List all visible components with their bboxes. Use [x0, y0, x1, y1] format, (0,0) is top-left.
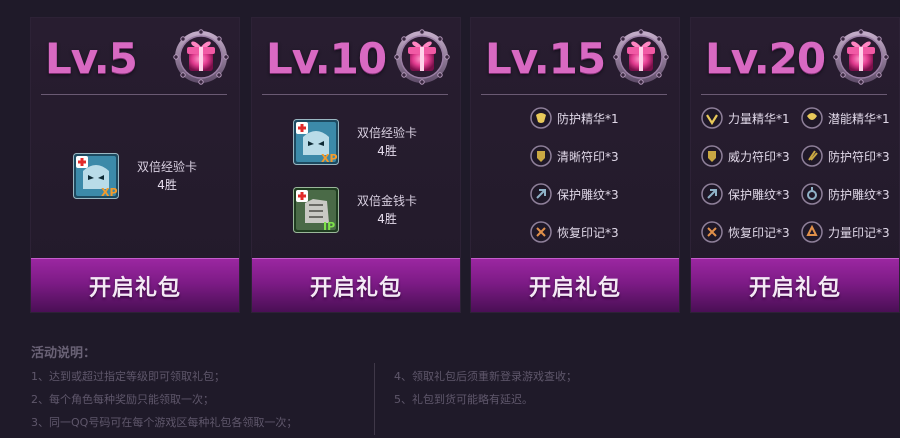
xp-card-icon — [73, 153, 119, 199]
reward-label: 防护符印*3 — [828, 149, 890, 164]
reward-label: 保护雕纹*3 — [557, 187, 619, 202]
reward-card-lv10: Lv.10 双倍经验卡 4胜 双倍金钱卡 4胜 开启礼包 — [252, 18, 460, 312]
recovery-seal-icon — [701, 221, 723, 243]
event-notes: 活动说明： 1、达到或超过指定等级即可领取礼包； 2、每个角色每种奖励只能领取一… — [0, 330, 900, 438]
open-gift-button[interactable]: 开启礼包 — [471, 258, 679, 312]
defense-glyph-icon — [801, 183, 823, 205]
open-gift-button[interactable]: 开启礼包 — [31, 258, 239, 312]
protect-glyph-icon — [530, 183, 552, 205]
reward-label: 防护精华*1 — [557, 111, 619, 126]
reward-item: 防护符印*3 — [801, 145, 890, 167]
note-line: 2、每个角色每种奖励只能领取一次； — [31, 393, 214, 406]
reward-content: 防护精华*1 清晰符印*3 保护雕纹*3 恢复印记*3 — [471, 98, 679, 258]
armor-essence-icon — [530, 107, 552, 129]
notes-divider — [374, 363, 375, 435]
might-rune-icon — [701, 145, 723, 167]
reward-content: 力量精华*1 潜能精华*1 威力符印*3 防护符印*3 保护雕纹*3 防护雕纹*… — [691, 98, 899, 258]
level-label: Lv.5 — [45, 34, 138, 83]
reward-item: 恢复印记*3 — [530, 221, 619, 243]
reward-item: 恢复印记*3 — [701, 221, 790, 243]
reward-content: 双倍经验卡 4胜 — [31, 98, 239, 258]
reward-label: 威力符印*3 — [728, 149, 790, 164]
protect-glyph-icon — [701, 183, 723, 205]
reward-item: 防护精华*1 — [530, 107, 619, 129]
reward-item: 清晰符印*3 — [530, 145, 619, 167]
reward-name: 双倍经验卡 — [137, 160, 198, 174]
open-gift-button-label: 开启礼包 — [88, 275, 181, 301]
strength-essence-icon — [701, 107, 723, 129]
gift-icon — [613, 29, 669, 85]
xp-card-icon — [293, 119, 339, 165]
gift-icon — [173, 29, 229, 85]
reward-item: 潜能精华*1 — [801, 107, 890, 129]
notes-title: 活动说明： — [31, 346, 97, 361]
reward-item: 力量精华*1 — [701, 107, 790, 129]
reward-item: 力量印记*3 — [801, 221, 890, 243]
reward-item: 防护雕纹*3 — [801, 183, 890, 205]
level-reward-cards: Lv.5 双倍经验卡 4胜 开启礼包 Lv.10 双倍经验卡 4胜 双倍金钱卡 … — [0, 0, 900, 330]
reward-item: 保护雕纹*3 — [701, 183, 790, 205]
gift-icon — [394, 29, 450, 85]
gift-icon — [833, 29, 889, 85]
reward-count: 4胜 — [377, 212, 397, 226]
reward-count: 4胜 — [157, 178, 177, 192]
reward-label: 力量印记*3 — [828, 225, 890, 240]
note-line: 4、领取礼包后须重新登录游戏查收； — [394, 370, 577, 383]
note-line: 3、同一QQ号码可在每个游戏区每种礼包各领取一次； — [31, 416, 298, 429]
open-gift-button[interactable]: 开启礼包 — [691, 258, 899, 312]
level-label: Lv.10 — [266, 34, 387, 83]
ip-card-icon — [293, 187, 339, 233]
reward-item: 双倍金钱卡 4胜 — [293, 187, 417, 233]
strength-seal-icon — [801, 221, 823, 243]
divider — [262, 94, 448, 95]
reward-label: 保护雕纹*3 — [728, 187, 790, 202]
note-line: 5、礼包到货可能略有延迟。 — [394, 393, 533, 406]
defense-rune-icon — [801, 145, 823, 167]
reward-card-lv15: Lv.15 防护精华*1 清晰符印*3 保护雕纹*3 恢复印记*3 开启礼包 — [471, 18, 679, 312]
reward-label: 恢复印记*3 — [728, 225, 790, 240]
reward-label: 恢复印记*3 — [557, 225, 619, 240]
reward-label: 力量精华*1 — [728, 111, 790, 126]
reward-item: 双倍经验卡 4胜 — [293, 119, 417, 165]
level-label: Lv.20 — [705, 34, 826, 83]
recovery-seal-icon — [530, 221, 552, 243]
reward-name: 双倍经验卡 — [357, 126, 418, 140]
level-label: Lv.15 — [485, 34, 606, 83]
open-gift-button-label: 开启礼包 — [748, 275, 841, 301]
reward-card-lv5: Lv.5 双倍经验卡 4胜 开启礼包 — [31, 18, 239, 312]
divider — [41, 94, 227, 95]
open-gift-button[interactable]: 开启礼包 — [252, 258, 460, 312]
open-gift-button-label: 开启礼包 — [528, 275, 621, 301]
reward-name: 双倍金钱卡 — [357, 194, 418, 208]
reward-label: 清晰符印*3 — [557, 149, 619, 164]
potential-essence-icon — [801, 107, 823, 129]
reward-card-lv20: Lv.20 力量精华*1 潜能精华*1 威力符印*3 防护符印*3 保护雕纹*3… — [691, 18, 899, 312]
reward-content: 双倍经验卡 4胜 双倍金钱卡 4胜 — [252, 98, 460, 258]
reward-item: 保护雕纹*3 — [530, 183, 619, 205]
open-gift-button-label: 开启礼包 — [309, 275, 402, 301]
reward-count: 4胜 — [377, 144, 397, 158]
reward-label: 潜能精华*1 — [828, 111, 890, 126]
reward-item: 威力符印*3 — [701, 145, 790, 167]
divider — [481, 94, 667, 95]
divider — [701, 94, 887, 95]
reward-label: 防护雕纹*3 — [828, 187, 890, 202]
clarity-rune-icon — [530, 145, 552, 167]
reward-item: 双倍经验卡 4胜 — [73, 153, 197, 199]
note-line: 1、达到或超过指定等级即可领取礼包； — [31, 370, 225, 383]
